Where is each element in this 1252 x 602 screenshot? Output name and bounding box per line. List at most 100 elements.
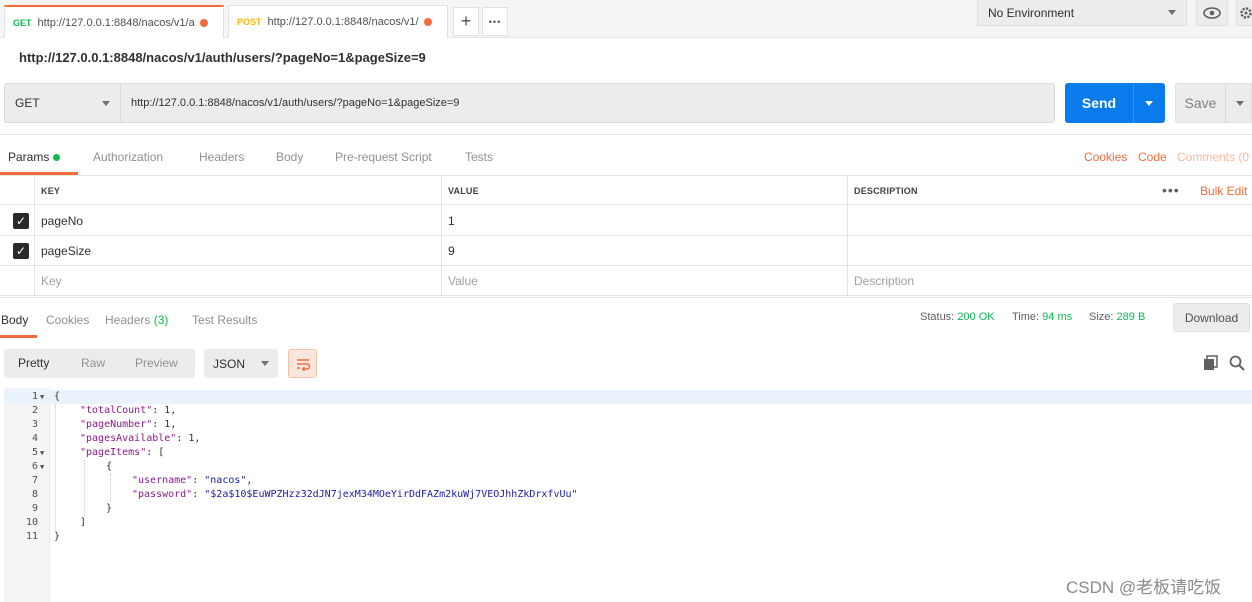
indent-guide [110, 474, 111, 502]
code-line: 5 ▼ "pageItems": [ [4, 446, 1252, 460]
fold-toggle-icon[interactable]: ▼ [40, 446, 44, 460]
param-checkbox[interactable]: ✓ [13, 213, 29, 229]
json-string-value: "$2a$10$EuWPZHzz32dJN7jexM34MOeYirDdFAZm… [204, 489, 578, 500]
tab-pre-request-script[interactable]: Pre-request Script [335, 150, 432, 164]
environment-select[interactable]: No Environment [977, 0, 1187, 26]
param-checkbox[interactable]: ✓ [13, 243, 29, 259]
request-tab-post[interactable]: POST http://127.0.0.1:8848/nacos/v1/ [228, 5, 448, 38]
tab-headers[interactable]: Headers [199, 150, 244, 164]
description-column-header: DESCRIPTION [847, 176, 1252, 206]
code-text: "username": "nacos", [132, 475, 253, 486]
more-tabs-button[interactable]: ••• [482, 7, 508, 36]
save-options-chevron-icon[interactable] [1236, 100, 1244, 106]
tab-authorization[interactable]: Authorization [93, 150, 163, 164]
gear-icon [1240, 6, 1252, 19]
line-number: 1 [31, 391, 38, 402]
tab-response-body[interactable]: Body [1, 313, 28, 327]
active-tab-indicator [0, 335, 37, 338]
code-line: 3 "pageNumber": 1, [4, 418, 1252, 432]
fold-toggle-icon[interactable]: ▼ [40, 390, 44, 404]
settings-button[interactable] [1236, 0, 1252, 26]
unsaved-dot-icon [199, 18, 208, 27]
json-string-value: "nacos" [204, 475, 247, 486]
copy-icon[interactable] [1203, 355, 1219, 371]
line-number: 2 [31, 405, 38, 416]
new-key-input[interactable]: Key [34, 266, 441, 296]
table-row: ✓ pageNo 1 [0, 206, 1252, 236]
chevron-down-icon [1168, 10, 1176, 15]
divider [1133, 83, 1134, 123]
fold-toggle-icon[interactable]: ▼ [40, 460, 44, 474]
comments-link[interactable]: Comments (0 [1177, 150, 1249, 164]
divider [1225, 83, 1226, 123]
new-tab-button[interactable]: + [453, 7, 479, 36]
plus-icon: + [460, 11, 472, 31]
param-key[interactable]: pageNo [34, 206, 441, 236]
tab-body[interactable]: Body [276, 150, 303, 164]
send-button[interactable]: Send [1065, 83, 1165, 123]
response-body-viewer[interactable]: 1 ▼{2 "totalCount": 1, 3 "pageNumber": 1, 4 "p… [4, 388, 1252, 602]
status-label: Status: [920, 311, 955, 323]
request-tabs: Params Authorization Headers Body Pre-re… [0, 134, 1252, 175]
code-text: "pageNumber": 1, [80, 419, 177, 430]
indent-guide [84, 460, 85, 516]
format-raw[interactable]: Raw [81, 356, 105, 370]
tab-response-cookies[interactable]: Cookies [46, 313, 89, 327]
method-select[interactable]: GET [4, 83, 120, 123]
active-params-dot-icon [53, 154, 61, 162]
tab-tests[interactable]: Tests [465, 150, 493, 164]
new-description-input[interactable]: Description [847, 266, 1252, 296]
format-pretty[interactable]: Pretty [18, 356, 49, 370]
send-options-chevron-icon[interactable] [1145, 100, 1153, 106]
url-input[interactable]: http://127.0.0.1:8848/nacos/v1/auth/user… [120, 83, 1055, 123]
cookies-link[interactable]: Cookies [1084, 150, 1127, 164]
code-text: { [54, 391, 61, 402]
tab-test-results[interactable]: Test Results [192, 313, 257, 327]
param-value[interactable]: 9 [441, 236, 847, 266]
request-tab-get[interactable]: GET http://127.0.0.1:8848/nacos/v1/a [4, 5, 224, 38]
param-description[interactable] [847, 206, 1252, 236]
wrap-lines-button[interactable] [288, 349, 317, 378]
code-line: 9} [4, 502, 1252, 516]
new-value-input[interactable]: Value [441, 266, 847, 296]
json-key: "pagesAvailable" [80, 433, 177, 444]
code-line: 7 "username": "nacos", [4, 474, 1252, 488]
param-key[interactable]: pageSize [34, 236, 441, 266]
language-select[interactable]: JSON [204, 349, 278, 378]
format-preview[interactable]: Preview [135, 356, 178, 370]
size-readout: Size: 289 B [1089, 311, 1145, 323]
more-options-icon[interactable]: ••• [1162, 182, 1180, 198]
download-button[interactable]: Download [1173, 303, 1250, 332]
indent-guide [55, 404, 56, 530]
param-value[interactable]: 1 [441, 206, 847, 236]
tab-url: http://127.0.0.1:8848/nacos/v1/ [267, 16, 419, 28]
time-value: 94 ms [1042, 311, 1073, 323]
tab-params[interactable]: Params [8, 150, 61, 164]
line-number: 3 [31, 419, 38, 430]
url-value: http://127.0.0.1:8848/nacos/v1/auth/user… [131, 97, 460, 109]
format-group: Pretty Raw Preview [4, 349, 195, 378]
param-description[interactable] [847, 236, 1252, 266]
line-number: 6 [31, 461, 38, 472]
tab-url: http://127.0.0.1:8848/nacos/v1/a [37, 16, 195, 29]
code-text: ] [80, 517, 87, 528]
request-title: http://127.0.0.1:8848/nacos/v1/auth/user… [19, 50, 426, 65]
code-text: "password": "$2a$10$EuWPZHzz32dJN7jexM34… [132, 489, 578, 500]
line-number: 11 [25, 531, 38, 542]
search-icon[interactable] [1229, 355, 1245, 371]
time-readout: Time: 94 ms [1012, 311, 1072, 323]
environment-quick-look-button[interactable] [1196, 0, 1228, 26]
save-button[interactable]: Save [1175, 83, 1252, 123]
key-column-header: KEY [34, 176, 441, 206]
code-line: 4 "pagesAvailable": 1, [4, 432, 1252, 446]
code-text: } [54, 531, 61, 542]
time-label: Time: [1012, 311, 1040, 323]
code-link[interactable]: Code [1138, 150, 1167, 164]
line-number: 4 [31, 433, 38, 444]
bulk-edit-link[interactable]: Bulk Edit [1200, 184, 1247, 198]
line-number: 7 [31, 475, 38, 486]
tab-response-headers[interactable]: Headers (3) [105, 313, 168, 327]
response-tabs: Body Cookies Headers (3) Test Results St… [0, 297, 1252, 338]
json-key: "pageNumber" [80, 419, 153, 430]
tab-label: Params [8, 150, 50, 164]
